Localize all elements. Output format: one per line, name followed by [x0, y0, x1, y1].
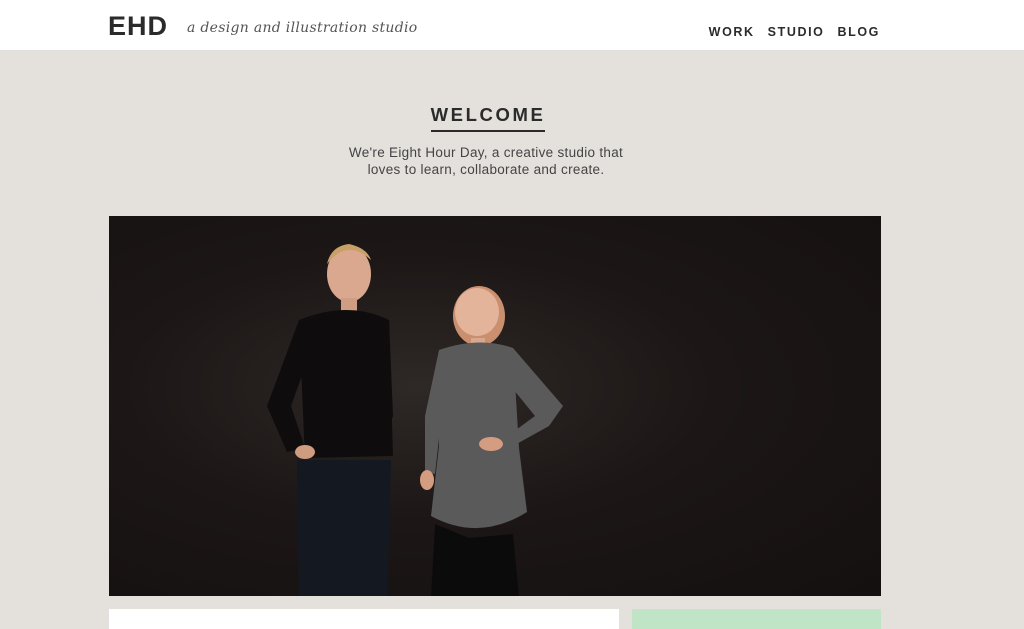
site-header: EHD a design and illustration studio WOR… [0, 0, 1024, 50]
welcome-heading-wrap: WELCOME [0, 104, 976, 132]
main-nav: WORK STUDIO BLOG [709, 25, 880, 39]
intro-line-2: loves to learn, collaborate and create. [367, 162, 605, 177]
welcome-heading: WELCOME [430, 104, 546, 132]
nav-studio[interactable]: STUDIO [768, 25, 825, 39]
logo[interactable]: EHD [108, 11, 168, 41]
intro-text: We're Eight Hour Day, a creative studio … [320, 144, 652, 178]
hero-photo [109, 216, 881, 596]
intro-line-1: We're Eight Hour Day, a creative studio … [348, 145, 624, 160]
woman-figure [420, 286, 563, 596]
man-figure [267, 244, 393, 596]
work-card-left[interactable] [109, 609, 619, 629]
team-photo-illustration [267, 244, 563, 596]
work-card-right[interactable] [632, 609, 881, 629]
nav-work[interactable]: WORK [709, 25, 755, 39]
nav-blog[interactable]: BLOG [837, 25, 880, 39]
tagline: a design and illustration studio [187, 20, 418, 36]
